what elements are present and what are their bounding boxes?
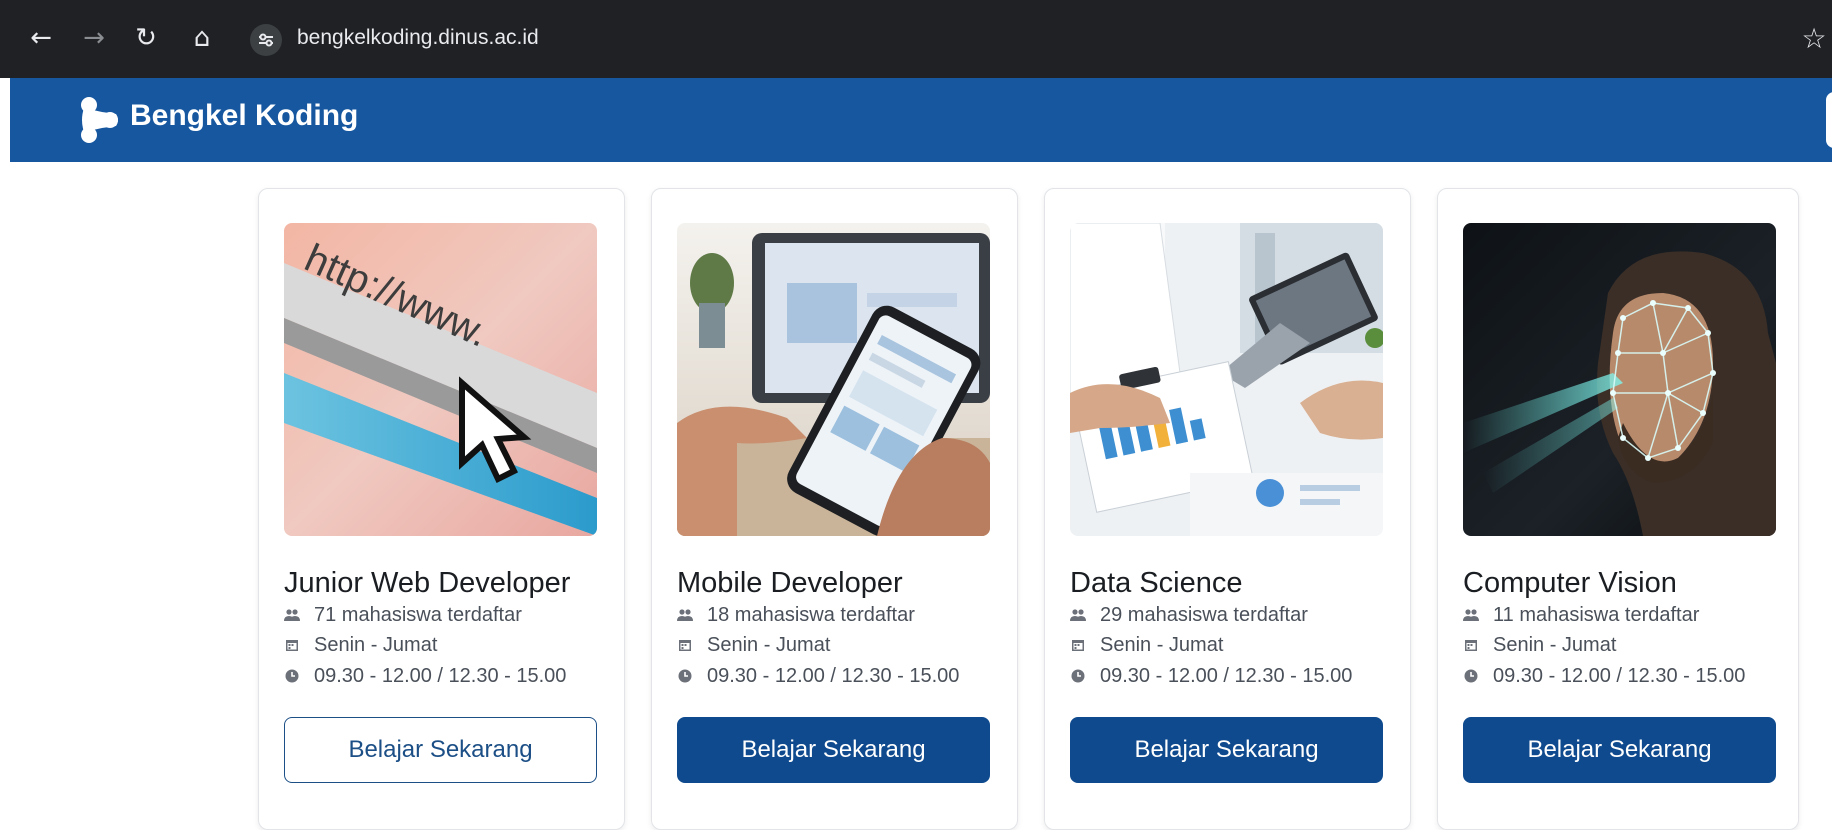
users-icon — [284, 607, 300, 623]
course-image-mobile — [677, 223, 990, 536]
calendar-icon — [1463, 637, 1479, 653]
course-days: Senin - Jumat — [1070, 632, 1223, 658]
students-count: 18 mahasiswa terdaftar — [707, 603, 915, 626]
belajar-sekarang-button[interactable]: Belajar Sekarang — [1463, 717, 1776, 783]
course-students: 29 mahasiswa terdaftar — [1070, 602, 1308, 628]
course-time: 09.30 - 12.00 / 12.30 - 15.00 — [284, 663, 566, 689]
course-title: Mobile Developer — [677, 567, 903, 599]
days-text: Senin - Jumat — [1100, 633, 1224, 656]
time-text: 09.30 - 12.00 / 12.30 - 15.00 — [707, 664, 960, 687]
header-action-button[interactable] — [1826, 92, 1832, 148]
course-card-computer-vision: Computer Vision 11 mahasiswa terdaftar S… — [1437, 188, 1799, 830]
home-icon[interactable]: ⌂ — [186, 22, 218, 54]
course-card-data-science: Data Science 29 mahasiswa terdaftar Seni… — [1044, 188, 1411, 830]
students-count: 11 mahasiswa terdaftar — [1493, 603, 1700, 626]
address-bar[interactable]: bengkelkoding.dinus.ac.id — [297, 26, 539, 50]
clock-icon — [677, 668, 693, 684]
reload-icon[interactable]: ↻ — [130, 22, 162, 54]
calendar-icon — [284, 637, 300, 653]
site-title[interactable]: Bengkel Koding — [130, 99, 358, 133]
course-students: 71 mahasiswa terdaftar — [284, 602, 522, 628]
forward-arrow-icon[interactable]: → — [78, 22, 110, 54]
time-text: 09.30 - 12.00 / 12.30 - 15.00 — [1100, 664, 1353, 687]
days-text: Senin - Jumat — [314, 633, 438, 656]
course-title: Data Science — [1070, 567, 1243, 599]
bengkel-koding-logo-icon[interactable] — [72, 94, 124, 146]
time-text: 09.30 - 12.00 / 12.30 - 15.00 — [1493, 664, 1746, 687]
users-icon — [1463, 607, 1479, 623]
users-icon — [1070, 607, 1086, 623]
belajar-sekarang-button[interactable]: Belajar Sekarang — [284, 717, 597, 783]
users-icon — [677, 607, 693, 623]
back-arrow-icon[interactable]: ← — [25, 22, 57, 54]
belajar-sekarang-button[interactable]: Belajar Sekarang — [677, 717, 990, 783]
days-text: Senin - Jumat — [1493, 633, 1617, 656]
bookmark-star-icon[interactable]: ☆ — [1798, 22, 1830, 55]
time-text: 09.30 - 12.00 / 12.30 - 15.00 — [314, 664, 567, 687]
course-image-data-science — [1070, 223, 1383, 536]
calendar-icon — [677, 637, 693, 653]
course-days: Senin - Jumat — [284, 632, 437, 658]
browser-toolbar: ← → ↻ ⌂ bengkelkoding.dinus.ac.id ☆ — [0, 0, 1832, 78]
site-info-icon[interactable] — [250, 24, 282, 56]
belajar-sekarang-button[interactable]: Belajar Sekarang — [1070, 717, 1383, 783]
students-count: 71 mahasiswa terdaftar — [314, 603, 522, 626]
course-card-junior-web-developer: http://www. Junior Web Developer 71 maha… — [258, 188, 625, 830]
course-days: Senin - Jumat — [677, 632, 830, 658]
clock-icon — [1463, 668, 1479, 684]
course-students: 18 mahasiswa terdaftar — [677, 602, 915, 628]
course-image-web: http://www. — [284, 223, 597, 536]
course-time: 09.30 - 12.00 / 12.30 - 15.00 — [677, 663, 959, 689]
course-time: 09.30 - 12.00 / 12.30 - 15.00 — [1463, 663, 1745, 689]
course-time: 09.30 - 12.00 / 12.30 - 15.00 — [1070, 663, 1352, 689]
calendar-icon — [1070, 637, 1086, 653]
course-card-mobile-developer: Mobile Developer 18 mahasiswa terdaftar … — [651, 188, 1018, 830]
clock-icon — [1070, 668, 1086, 684]
course-title: Computer Vision — [1463, 567, 1677, 599]
students-count: 29 mahasiswa terdaftar — [1100, 603, 1308, 626]
course-days: Senin - Jumat — [1463, 632, 1616, 658]
course-image-computer-vision — [1463, 223, 1776, 536]
course-students: 11 mahasiswa terdaftar — [1463, 602, 1699, 628]
days-text: Senin - Jumat — [707, 633, 831, 656]
course-title: Junior Web Developer — [284, 567, 571, 599]
site-header: Bengkel Koding — [10, 78, 1832, 162]
clock-icon — [284, 668, 300, 684]
